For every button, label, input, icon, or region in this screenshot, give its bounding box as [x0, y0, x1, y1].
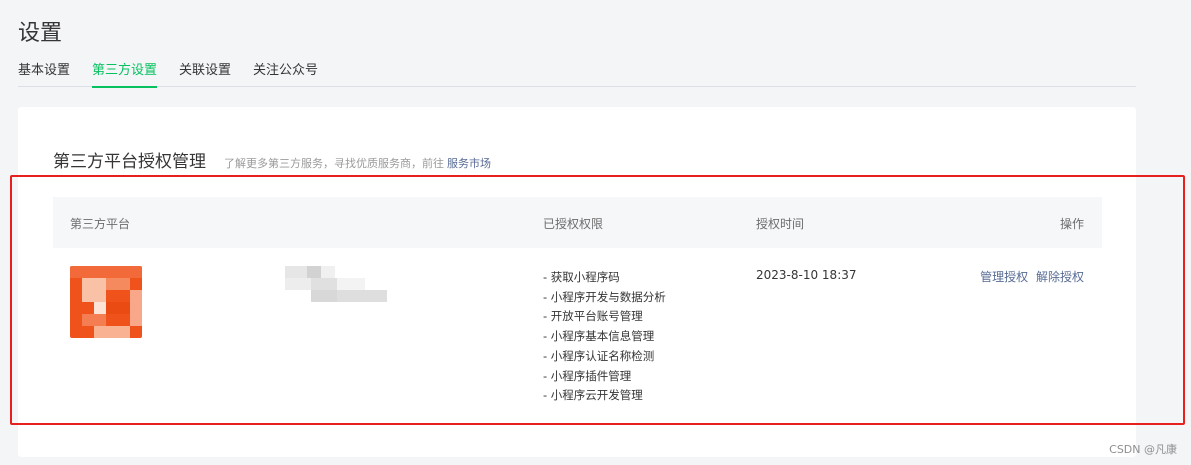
permission-list: - 获取小程序码 - 小程序开发与数据分析 - 开放平台账号管理 - 小程序基本…	[543, 268, 666, 406]
row-actions: 管理授权 解除授权	[976, 268, 1084, 285]
permission-item: - 小程序插件管理	[543, 368, 632, 383]
permission-item: - 开放平台账号管理	[543, 309, 643, 324]
authorization-time: 2023-8-10 18:37	[756, 268, 857, 282]
header-permissions: 已授权权限	[543, 217, 604, 231]
tab-basic-settings[interactable]: 基本设置	[18, 61, 70, 87]
header-actions: 操作	[1059, 217, 1084, 231]
watermark: CSDN @凡康	[1109, 443, 1177, 456]
tab-third-party-settings[interactable]: 第三方设置	[92, 61, 158, 88]
header-platform: 第三方平台	[70, 217, 131, 231]
third-party-card: 第三方平台授权管理 了解更多第三方服务，寻找优质服务商，前往 服务市场 第三方平…	[18, 107, 1136, 457]
permission-item: - 获取小程序码	[543, 270, 620, 284]
page-title: 设置	[18, 21, 63, 46]
permission-item: - 小程序云开发管理	[543, 388, 643, 403]
section-header: 第三方平台授权管理 了解更多第三方服务，寻找优质服务商，前往 服务市场	[53, 147, 491, 172]
authorization-table: 第三方平台 已授权权限 授权时间 操作 - 获取小程序码 - 小程序开发与数据分…	[53, 197, 1102, 418]
section-description: 了解更多第三方服务，寻找优质服务商，前往	[224, 157, 444, 170]
platform-avatar	[70, 266, 142, 338]
permission-item: - 小程序认证名称检测	[543, 348, 655, 363]
manage-authorization-link[interactable]: 管理授权	[980, 270, 1028, 284]
revoke-authorization-link[interactable]: 解除授权	[1036, 270, 1084, 284]
table-header: 第三方平台 已授权权限 授权时间 操作	[53, 197, 1102, 248]
settings-tabs: 基本设置 第三方设置 关联设置 关注公众号	[18, 61, 1136, 88]
service-market-link[interactable]: 服务市场	[447, 155, 491, 171]
permission-item: - 小程序基本信息管理	[543, 329, 655, 344]
tab-association-settings[interactable]: 关联设置	[179, 61, 231, 87]
table-row: - 获取小程序码 - 小程序开发与数据分析 - 开放平台账号管理 - 小程序基本…	[53, 248, 1102, 418]
section-title: 第三方平台授权管理	[53, 152, 206, 172]
permission-item: - 小程序开发与数据分析	[543, 289, 666, 304]
tab-follow-official-account[interactable]: 关注公众号	[253, 61, 318, 87]
header-time: 授权时间	[756, 217, 805, 231]
